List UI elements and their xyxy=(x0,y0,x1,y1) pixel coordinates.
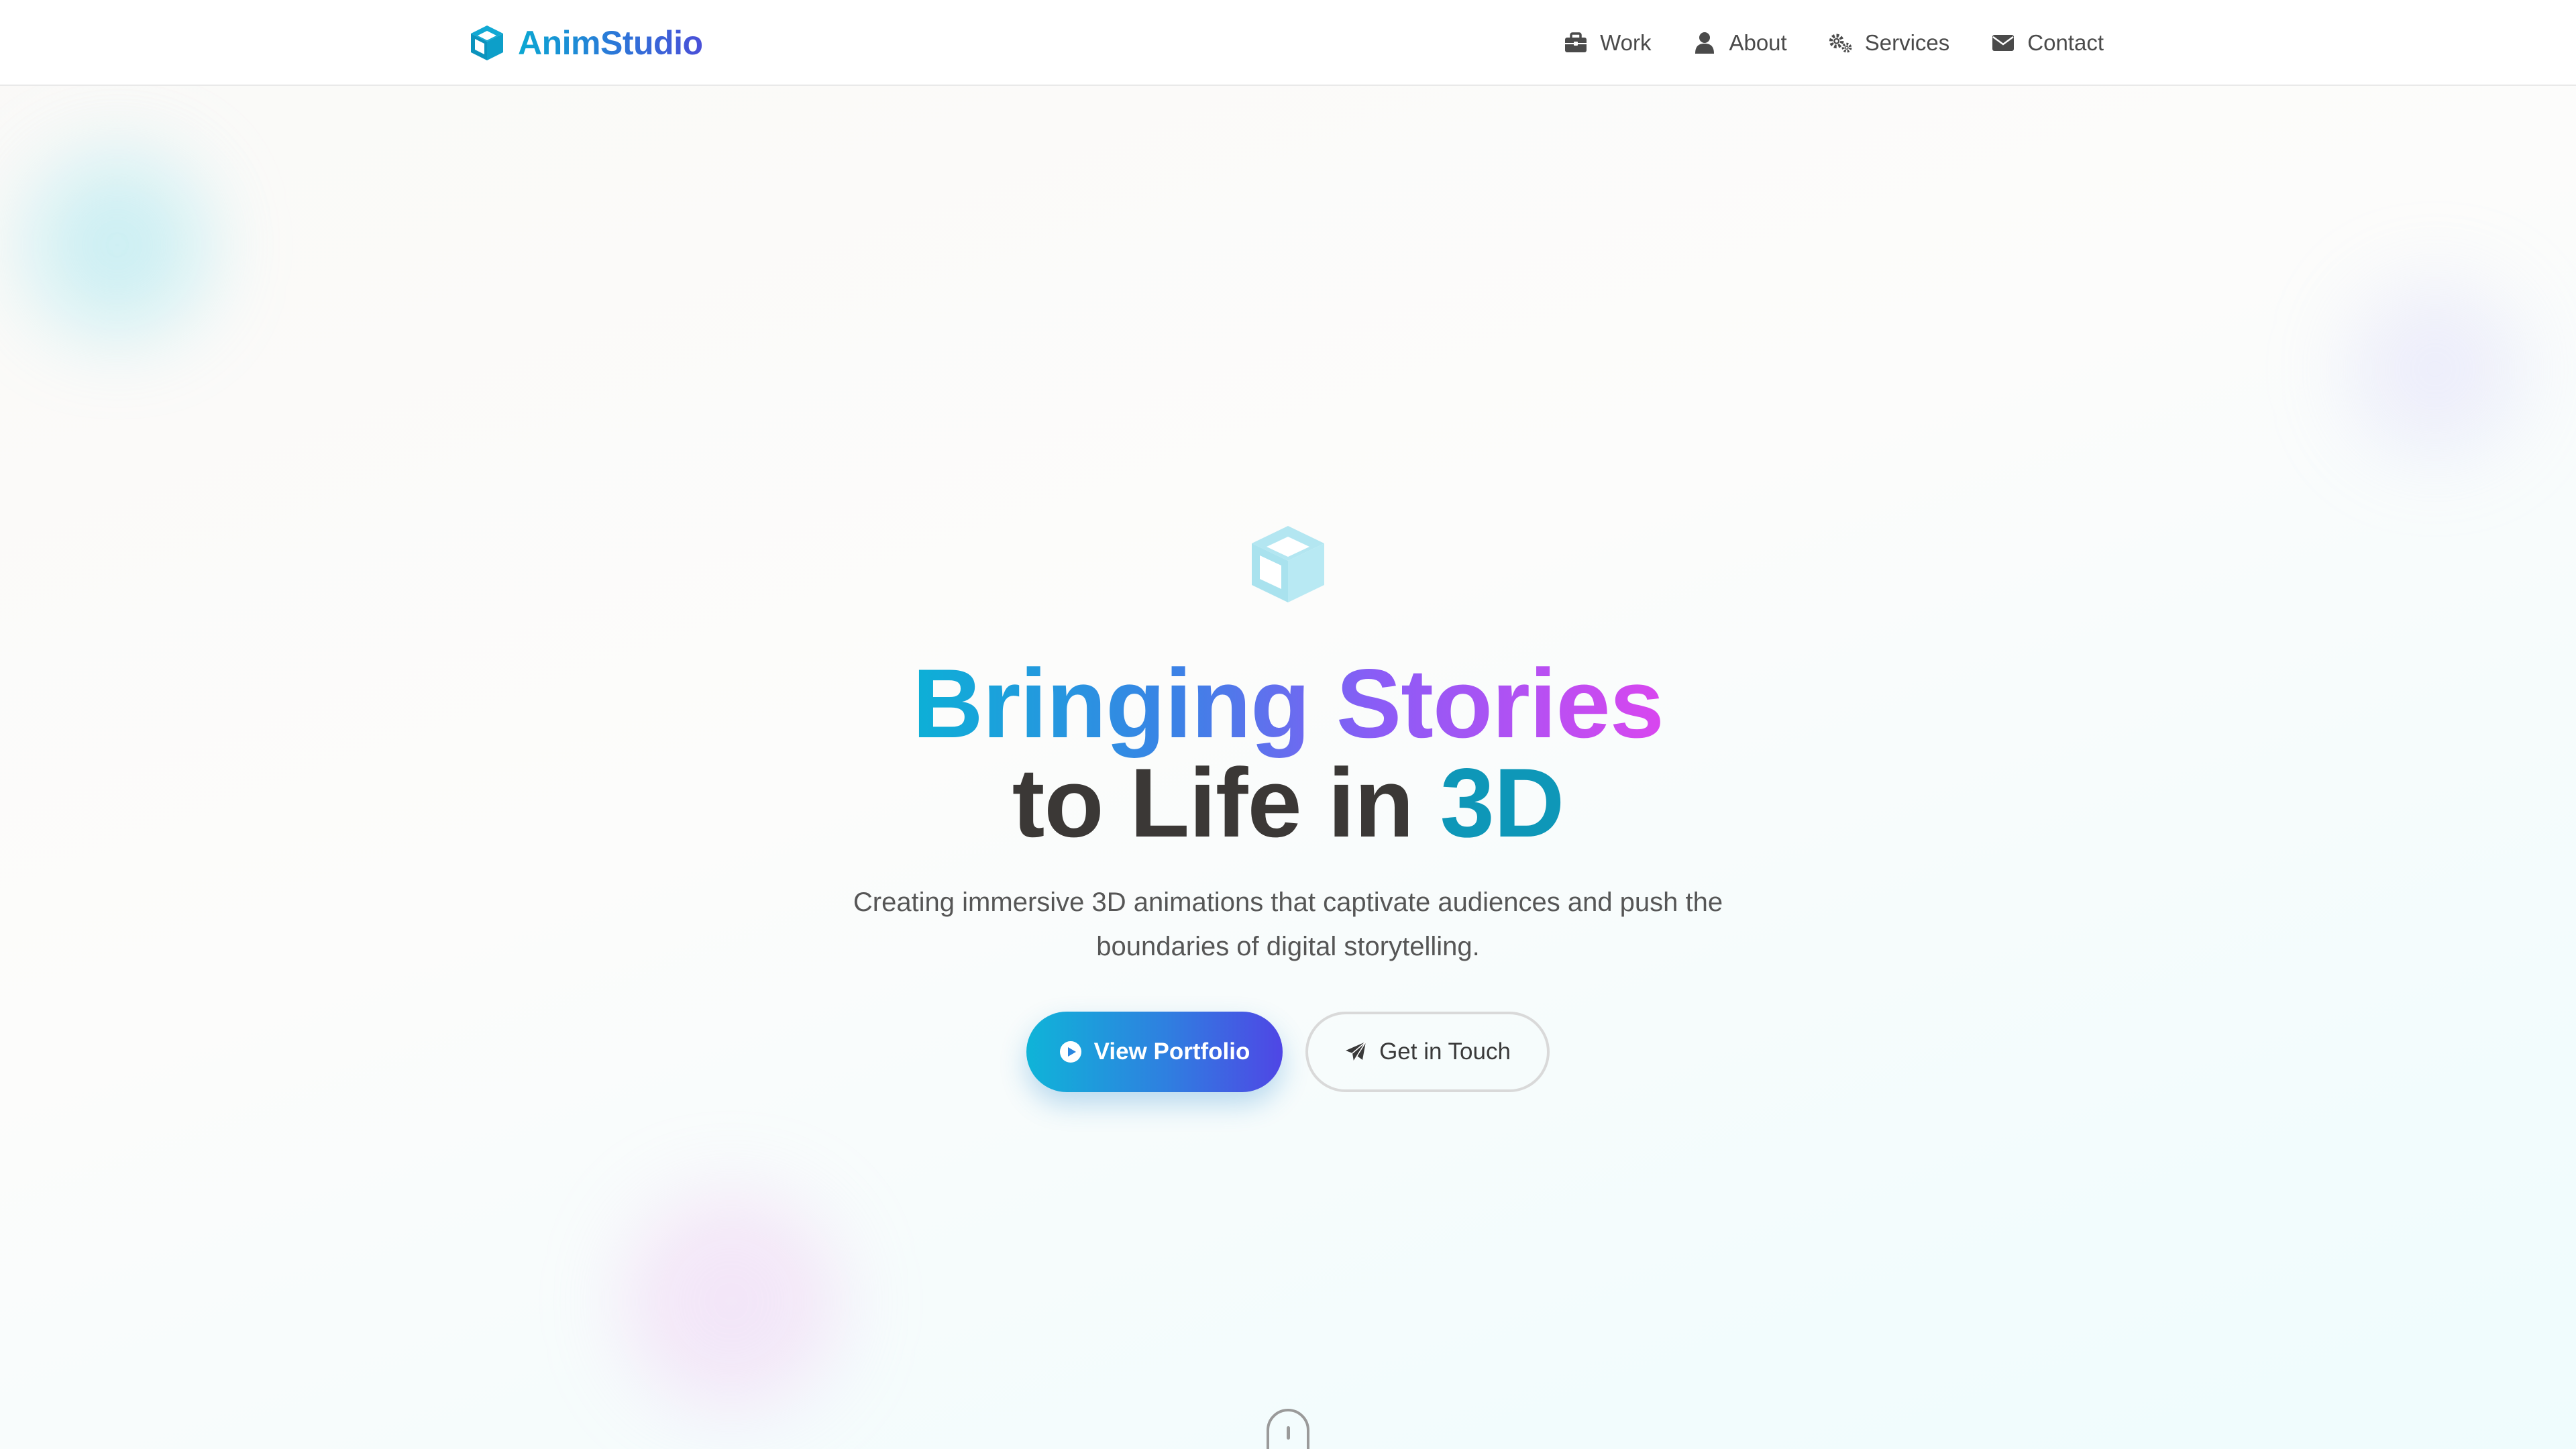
nav-item-work[interactable]: Work xyxy=(1564,30,1651,56)
brand-logo[interactable]: AnimStudio xyxy=(470,21,703,64)
nav-item-contact[interactable]: Contact xyxy=(1991,30,2104,56)
nav-label-about: About xyxy=(1729,30,1787,55)
scroll-wheel xyxy=(1287,1426,1290,1440)
page: AnimStudio Work About Services Contact B… xyxy=(0,0,2576,1449)
nav-item-services[interactable]: Services xyxy=(1829,30,1950,56)
subtitle-line-1: Creating immersive 3D animations that ca… xyxy=(853,888,1723,917)
cube-icon xyxy=(1252,526,1324,602)
nav-label-work: Work xyxy=(1600,30,1652,55)
subtitle-line-2: boundaries of digital storytelling. xyxy=(1096,932,1480,961)
site-header: AnimStudio Work About Services Contact xyxy=(0,0,2576,86)
background-blob-violet xyxy=(2348,282,2522,456)
mouse-icon[interactable] xyxy=(1267,1409,1309,1449)
cogs-icon xyxy=(1829,34,1852,53)
background-blob-cyan xyxy=(27,154,208,335)
get-in-touch-button[interactable]: Get in Touch xyxy=(1305,1012,1550,1092)
nav-label-services: Services xyxy=(1864,30,1950,55)
hero-actions: View Portfolio Get in Touch xyxy=(1026,1012,1550,1092)
hero-headline: Bringing Stories to Life in 3D xyxy=(0,654,2576,853)
headline-gradient-text: Bringing Stories xyxy=(912,649,1664,758)
brand-name: AnimStudio xyxy=(518,24,703,62)
view-portfolio-button[interactable]: View Portfolio xyxy=(1026,1012,1283,1092)
headline-plain-text: to Life in xyxy=(1012,748,1414,857)
main-nav: Work About Services Contact xyxy=(1564,24,2104,62)
hero-subtitle: Creating immersive 3D animations that ca… xyxy=(805,880,1771,969)
cube-icon xyxy=(471,25,503,60)
play-circle-icon xyxy=(1059,1041,1081,1063)
user-icon xyxy=(1695,32,1715,54)
headline-accent-text: 3D xyxy=(1440,748,1565,857)
envelope-icon xyxy=(1992,35,2015,51)
paper-plane-icon xyxy=(1346,1041,1366,1062)
get-in-touch-label: Get in Touch xyxy=(1379,1038,1511,1065)
briefcase-icon xyxy=(1565,32,1587,52)
nav-label-contact: Contact xyxy=(2027,30,2104,55)
background-blob-pink xyxy=(624,1194,839,1409)
view-portfolio-label: View Portfolio xyxy=(1093,1038,1250,1065)
nav-item-about[interactable]: About xyxy=(1693,30,1787,56)
